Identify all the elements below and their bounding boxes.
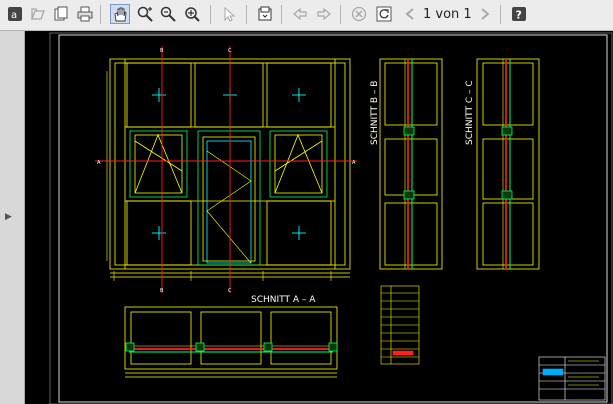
dimension-ticks bbox=[106, 71, 332, 281]
refresh-icon[interactable] bbox=[374, 4, 394, 24]
pages-icon[interactable] bbox=[51, 4, 71, 24]
previous-page-icon[interactable] bbox=[399, 4, 419, 24]
opening-sashes bbox=[129, 130, 328, 266]
toolbar-separator bbox=[281, 5, 282, 24]
zoom-in-icon[interactable] bbox=[135, 4, 155, 24]
sidebar-panel[interactable]: ▶ bbox=[0, 31, 25, 404]
back-icon[interactable] bbox=[290, 4, 310, 24]
toolbar: a 1 von 1 ? bbox=[0, 0, 613, 31]
zoom-fit-icon[interactable] bbox=[182, 4, 202, 24]
detail-table bbox=[380, 285, 420, 365]
toolbar-separator bbox=[246, 5, 247, 24]
axis-c-label-bottom: C bbox=[228, 288, 232, 294]
axis-c-label-top: C bbox=[228, 48, 232, 54]
section-a-a-label: SCHNITT A – A bbox=[251, 295, 316, 305]
axis-a-label-left: A bbox=[97, 160, 101, 166]
svg-text:?: ? bbox=[516, 9, 522, 22]
toolbar-separator bbox=[210, 5, 211, 24]
pdf-viewer-window: a 1 von 1 ? ▶ B C B C A A SCHNITT B – B … bbox=[0, 0, 613, 404]
open-icon[interactable] bbox=[28, 4, 48, 24]
title-block bbox=[538, 356, 606, 401]
forward-icon[interactable] bbox=[314, 4, 334, 24]
help-icon[interactable]: ? bbox=[509, 4, 529, 24]
zoom-out-icon[interactable] bbox=[158, 4, 178, 24]
svg-text:a: a bbox=[11, 10, 17, 21]
print-icon[interactable] bbox=[75, 4, 95, 24]
stop-icon[interactable] bbox=[349, 4, 369, 24]
hand-tool-icon[interactable] bbox=[110, 4, 130, 24]
next-page-icon[interactable] bbox=[476, 4, 496, 24]
section-c-c bbox=[476, 58, 540, 270]
section-c-c-label: SCHNITT C – C bbox=[465, 80, 475, 145]
page-indicator: 1 von 1 bbox=[423, 7, 472, 22]
axis-b-label-top: B bbox=[160, 48, 164, 54]
glass-markers bbox=[152, 88, 306, 240]
select-tool-icon[interactable] bbox=[219, 4, 239, 24]
section-a-a bbox=[124, 306, 338, 378]
section-b-b bbox=[379, 58, 443, 270]
document-viewport[interactable]: B C B C A A SCHNITT B – B SCHNITT C – C … bbox=[25, 31, 613, 404]
sidebar-expand-icon[interactable]: ▶ bbox=[5, 212, 12, 222]
axis-a-label-right: A bbox=[352, 160, 356, 166]
section-cut-lines bbox=[95, 46, 357, 293]
section-b-b-label: SCHNITT B – B bbox=[370, 81, 380, 145]
toolbar-separator bbox=[500, 5, 501, 24]
toolbar-separator bbox=[100, 5, 101, 24]
cad-drawing: B C B C A A SCHNITT B – B SCHNITT C – C … bbox=[49, 32, 613, 404]
export-icon[interactable] bbox=[255, 4, 275, 24]
toolbar-separator bbox=[340, 5, 341, 24]
axis-b-label-bottom: B bbox=[160, 288, 164, 294]
app-logo-icon[interactable]: a bbox=[5, 4, 25, 24]
